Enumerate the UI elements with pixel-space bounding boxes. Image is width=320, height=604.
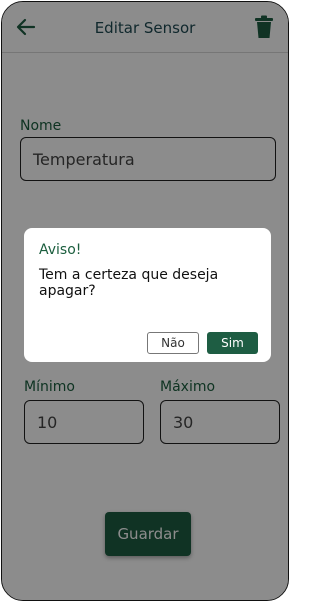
confirm-dialog: Aviso! Tem a certeza que deseja apagar? …: [24, 228, 271, 362]
dialog-title: Aviso!: [39, 242, 82, 258]
confirm-button[interactable]: Sim: [207, 332, 258, 354]
dialog-message: Tem a certeza que deseja apagar?: [39, 267, 219, 299]
cancel-button[interactable]: Não: [147, 332, 199, 354]
phone-frame: Editar Sensor Nome Temperatura Mínimo 10…: [1, 1, 289, 601]
